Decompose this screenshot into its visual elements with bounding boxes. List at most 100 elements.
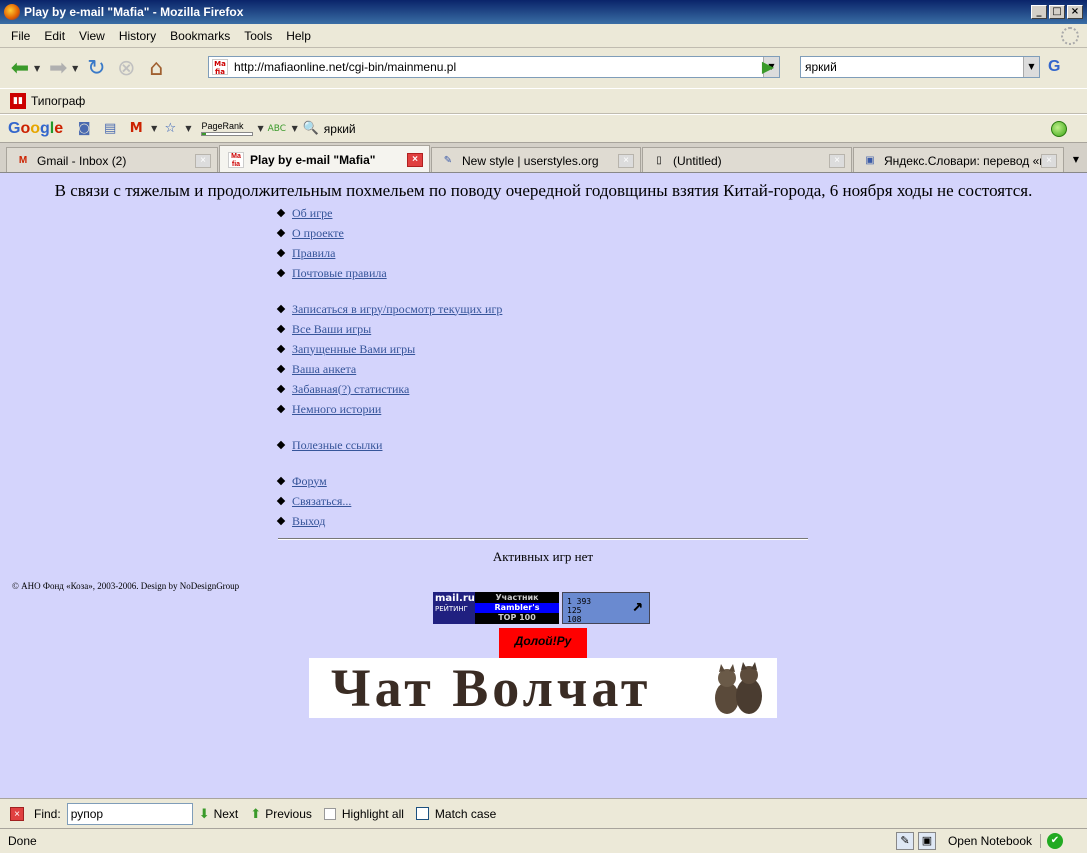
menu-help[interactable]: Help (279, 27, 318, 45)
page-icon: ▯ (656, 154, 662, 166)
menu-history[interactable]: History (112, 27, 163, 45)
url-bar[interactable]: Ma fia http://mafiaonline.net/cgi-bin/ma… (208, 56, 780, 78)
home-button[interactable]: ⌂ (142, 54, 170, 82)
wolf-cubs-icon (715, 662, 762, 714)
open-notebook-button[interactable]: Open Notebook (940, 834, 1041, 848)
firefox-icon (4, 4, 20, 20)
menu-edit[interactable]: Edit (37, 27, 72, 45)
tab-untitled[interactable]: ▯ (Untitled) × (642, 147, 852, 173)
tab-close-icon[interactable]: × (1041, 153, 1057, 168)
yandex-icon: ▣ (865, 154, 875, 166)
print-icon[interactable]: ▤ (101, 120, 119, 138)
google-logo[interactable]: Google (8, 120, 63, 138)
security-check-icon[interactable]: ✔ (1047, 833, 1063, 849)
dolojru-banner[interactable]: Долой!Ру (499, 628, 587, 658)
forward-history-dropdown-icon[interactable]: ▼ (72, 64, 78, 73)
search-bar[interactable]: яркий ▼ (800, 56, 1040, 78)
highlight-all-button[interactable]: Highlight all (323, 807, 404, 821)
gmail-icon[interactable]: M (127, 120, 145, 138)
close-button[interactable]: × (1067, 5, 1083, 19)
back-history-dropdown-icon[interactable]: ▼ (34, 64, 40, 73)
stop-button[interactable]: ⊗ (112, 54, 140, 82)
link-join-game[interactable]: Записаться в игру/просмотр текущих игр (292, 302, 502, 317)
link-about-project[interactable]: О проекте (292, 226, 344, 241)
url-text[interactable]: http://mafiaonline.net/cgi-bin/mainmenu.… (234, 60, 763, 74)
search-input[interactable]: яркий (805, 60, 1023, 74)
spellcheck-dropdown-icon[interactable]: ▼ (292, 124, 298, 133)
find-previous-button[interactable]: ⬆ Previous (250, 806, 312, 822)
rambler-line1: Участник (495, 593, 539, 602)
gmail-dropdown-icon[interactable]: ▼ (151, 124, 157, 133)
link-profile[interactable]: Ваша анкета (292, 362, 356, 377)
menu-view[interactable]: View (72, 27, 112, 45)
edit-icon[interactable]: ✎ (895, 832, 914, 850)
link-started-games[interactable]: Запущенные Вами игры (292, 342, 415, 357)
tab-gmail[interactable]: M Gmail - Inbox (2) × (6, 147, 218, 173)
find-next-button[interactable]: ⬇ Next (199, 806, 239, 822)
mafia-icon: Ma fia (228, 151, 244, 168)
spellcheck-icon[interactable]: ABC (268, 120, 286, 138)
tab-close-icon[interactable]: × (195, 153, 211, 168)
stats-counter[interactable]: 1 393 125 108 ↗ (562, 592, 650, 624)
bookmark-typograf[interactable]: Типограф (31, 94, 85, 108)
typograf-icon: ▮▮ (10, 93, 26, 109)
tab-close-icon[interactable]: × (618, 153, 634, 168)
rambler-line3: TOP 100 (498, 613, 536, 622)
list-item: Полезные ссылки (276, 435, 502, 455)
maximize-button[interactable]: □ (1049, 5, 1065, 19)
link-useful-links[interactable]: Полезные ссылки (292, 438, 382, 453)
find-label: Find: (34, 806, 61, 821)
link-logout[interactable]: Выход (292, 514, 325, 529)
tab-bar: M Gmail - Inbox (2) × Ma fia Play by e-m… (0, 142, 1087, 173)
menu-file[interactable]: File (4, 27, 37, 45)
tab-close-icon[interactable]: × (407, 152, 423, 167)
bookmark-star-icon[interactable]: ☆ (161, 120, 179, 138)
list-item: Ваша анкета (276, 359, 502, 379)
match-case-checkbox[interactable]: Match case (415, 807, 496, 821)
announcement: В связи с тяжелым и продолжительным похм… (54, 181, 1033, 200)
list-item: Немного истории (276, 399, 502, 419)
back-button[interactable]: ⬅ (6, 54, 34, 82)
pagerank-dropdown-icon[interactable]: ▼ (257, 124, 263, 133)
forward-button[interactable]: ➡ (44, 54, 72, 82)
arrow-icon: ↗ (632, 595, 643, 616)
mailru-rambler-counter[interactable]: mail.ru РЕЙТИНГ Участник Rambler's TOP 1… (433, 592, 559, 624)
link-all-your-games[interactable]: Все Ваши игры (292, 322, 371, 337)
tab-close-icon[interactable]: × (829, 153, 845, 168)
tab-userstyles[interactable]: ✎ New style | userstyles.org × (431, 147, 641, 173)
link-rules[interactable]: Правила (292, 246, 335, 261)
search-engine-icon[interactable]: G (1048, 58, 1060, 76)
minimize-button[interactable]: _ (1031, 5, 1047, 19)
menu-tools[interactable]: Tools (237, 27, 279, 45)
tab-yandex[interactable]: ▣ Яндекс.Словари: перевод «г... × (853, 147, 1064, 173)
chat-volchat-banner[interactable]: Чат Волчат (309, 658, 777, 718)
link-about-game[interactable]: Об игре (292, 206, 332, 221)
no-active-games-text: Активных игр нет (492, 549, 594, 564)
list-item: Форум (276, 471, 502, 491)
list-item: Все Ваши игры (276, 319, 502, 339)
rss-icon[interactable]: ◙ (75, 120, 93, 138)
tab-label: Play by e-mail "Mafia" (250, 152, 376, 167)
google-search-term[interactable]: яркий (324, 122, 356, 136)
link-history[interactable]: Немного истории (292, 402, 381, 417)
menu-bookmarks[interactable]: Bookmarks (163, 27, 237, 45)
reload-button[interactable]: ↻ (82, 54, 110, 82)
link-mail-rules[interactable]: Почтовые правила (292, 266, 387, 281)
bookmark-dropdown-icon[interactable]: ▼ (185, 124, 191, 133)
notebook-icon[interactable]: ▣ (917, 832, 936, 850)
status-green-icon[interactable] (1051, 121, 1067, 137)
tab-list-dropdown-icon[interactable]: ▼ (1067, 149, 1085, 171)
pagerank-indicator: PageRank (201, 121, 254, 136)
link-forum[interactable]: Форум (292, 474, 327, 489)
find-close-icon[interactable]: × (10, 806, 24, 821)
find-input[interactable]: рупор (66, 802, 193, 825)
menu-bar: File Edit View History Bookmarks Tools H… (0, 24, 1087, 48)
status-bar: Done ✎ ▣ Open Notebook ✔ (0, 828, 1087, 853)
link-statistics[interactable]: Забавная(?) статистика (292, 382, 409, 397)
go-button[interactable]: ▶ (757, 57, 779, 77)
magnifier-icon[interactable]: 🔍 (302, 120, 320, 138)
search-dropdown-icon[interactable]: ▼ (1023, 57, 1039, 77)
tab-mafia[interactable]: Ma fia Play by e-mail "Mafia" × (219, 145, 430, 173)
mailru-rating-label: РЕЙТИНГ (435, 605, 468, 613)
link-contact[interactable]: Связаться... (292, 494, 351, 509)
